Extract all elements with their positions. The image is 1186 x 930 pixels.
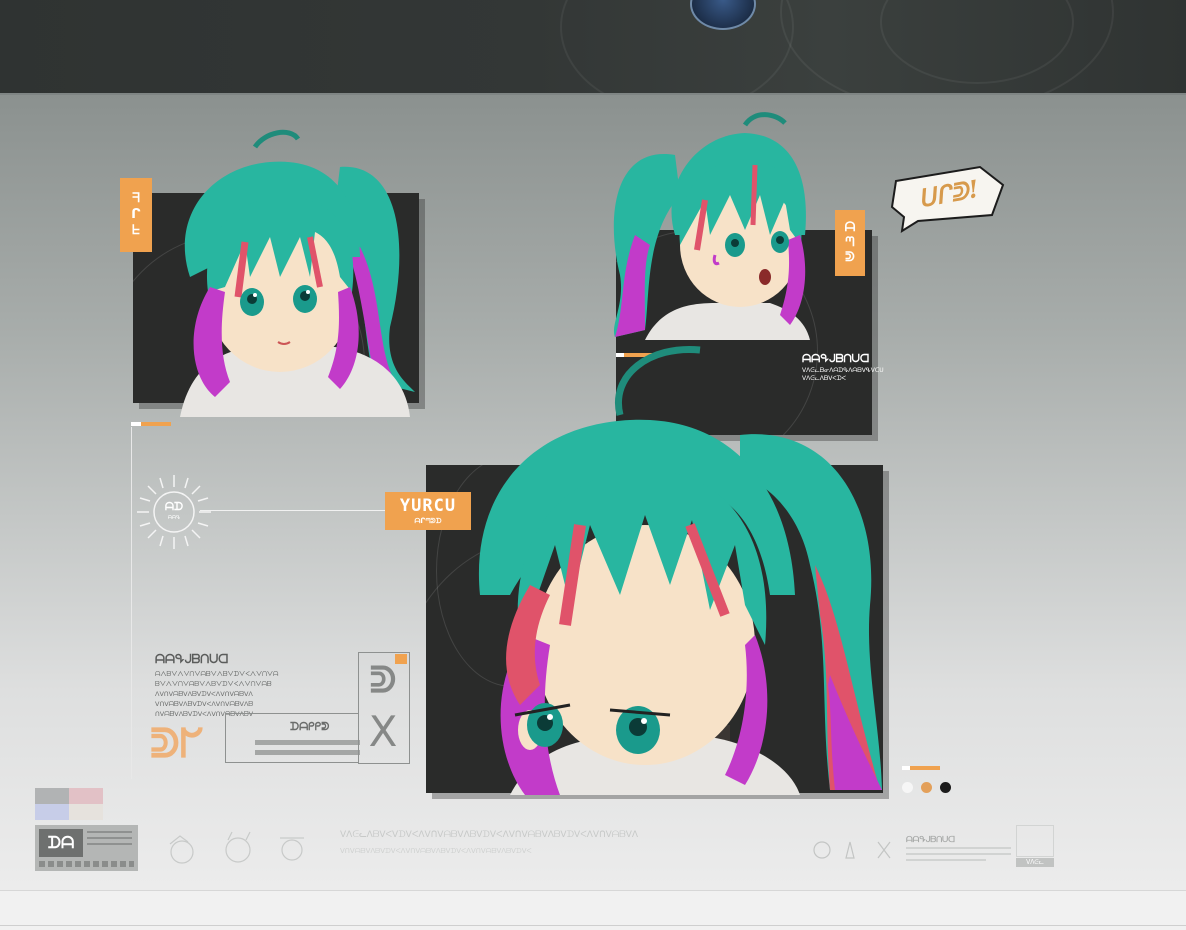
footer-rule (906, 847, 1011, 849)
footer-emblem (1016, 825, 1054, 857)
glyph-b: X (368, 707, 398, 756)
sun-badge-sub: ᗩᗩᕴ (167, 515, 181, 521)
big-mark: ᕲᖸ (150, 720, 204, 767)
nameplate-title: YURCU (399, 496, 457, 516)
side-block-line: ᗷᐯᐱᐯᑎᐯᗩᗷᐯᐱᗷᐯᗪᐯᐸᐱᐯᑎᐯᗩᗷ (155, 680, 272, 688)
side-block-body: ᗩᐱᗷᐯᐱᐯᑎᐯᗩᗷᐯᐱᗷᐯᗪᐯᐸᐱᐯᑎᐯᗩ ᗷᐯᐱᐯᑎᐯᗩᗷᐯᐱᗷᐯᗪᐯᐸᐱᐯ… (155, 669, 340, 719)
palette-swatch (69, 804, 103, 820)
footer-logo-block: ᗪᗩ (35, 825, 138, 871)
side-block-line: ᐯᑎᐯᗩᗷᐯᐱᗷᐯᗪᐯᐸᐱᐯᑎᐯᗩᗷᐯᐱᗷ (155, 700, 254, 708)
status-bar-left (131, 422, 171, 426)
side-block-line: ᗩᐱᗷᐯᐱᐯᑎᐯᗩᗷᐯᐱᗷᐯᗪᐯᐸᐱᐯᑎᐯᗩ (155, 670, 279, 678)
footer-text-line: ᐯᑎᐯᗩᗷᐯᐱᗷᐯᗪᐯᐸᐱᐯᑎᐯᗩᗷᐯᐱᗷᐯᗪᐯᐸᐱᐯᑎᐯᗩᗷᐯᐱᗷᐯᗪᐯᐸ (340, 847, 532, 855)
character-tag-right: ᗩᘉᕲ (835, 210, 865, 276)
character-portrait-right (613, 112, 810, 340)
character-showcase: ᖷᒋᖶ ᗩᘉᕲ ᑌᒋᕲ! ᗩᗩᕴᒍᗷᑎᑌᗡ ᐯᐱᕮᓚᗷᓂᐱᗩᗪᕴᐱᗩᗷᐯᕴᐯᑕᑌ… (0, 95, 1186, 890)
footer-right-badge: ᐯᐱᕮᓚ (1016, 858, 1054, 867)
side-box-label: ᗪᗩᑭᑭᕲ (290, 720, 330, 733)
footer-rule (906, 853, 1011, 855)
side-bar (255, 750, 360, 755)
footer-text-line: ᐯᐱᕮᓚᐱᗷᐯᐸᐯᗪᐯᐸᐱᐯᑎᐯᗩᗷᐯᐱᗷᐯᗪᐯᐸᐱᐯᑎᐯᗩᗷᐯᐱᗷᐯᗪᐯᐸᐱᐯ… (340, 830, 639, 840)
character-tag-left: ᖷᒋᖶ (120, 178, 152, 252)
side-block-title: ᗩᗩᕴᒍᗷᑎᑌᗡ (155, 652, 229, 666)
side-bar (255, 740, 360, 745)
guide-line (131, 427, 132, 779)
connector-line (200, 510, 388, 511)
footer-rule (906, 859, 986, 861)
top-banner (0, 0, 1186, 94)
footer-right-title: ᗩᗩᕴᒍᗷᑎᑌᗡ (906, 835, 955, 844)
palette-swatch (35, 788, 69, 804)
side-block-line: ᐱᐯᑎᐯᗩᗷᐯᐱᗷᐯᗪᐯᐸᐱᐯᑎᐯᗩᗷᐯᐱ (155, 690, 253, 698)
footer-symbol-icons (813, 841, 891, 859)
character-portrait-main (478, 345, 882, 795)
character-portrait-left (180, 129, 415, 417)
bottom-bar (0, 890, 1186, 930)
glyph-a: ᕲ (369, 660, 397, 701)
color-dot-black[interactable] (940, 782, 951, 793)
color-dot-orange[interactable] (921, 782, 932, 793)
nameplate-subtitle: ᗩᒋᘉᕲᗪ (414, 517, 442, 525)
palette-swatch (69, 788, 103, 804)
sun-badge-label: ᗩᗪ (164, 500, 184, 513)
character-nameplate: YURCU ᗩᒋᘉᕲᗪ (385, 492, 471, 530)
color-dot-white[interactable] (902, 782, 913, 793)
footer-logo: ᗪᗩ (39, 829, 83, 857)
status-bar-main (902, 766, 940, 770)
ornament-swirl (560, 0, 794, 94)
footer-sketch-icons (169, 831, 304, 864)
palette-swatch (35, 804, 69, 820)
